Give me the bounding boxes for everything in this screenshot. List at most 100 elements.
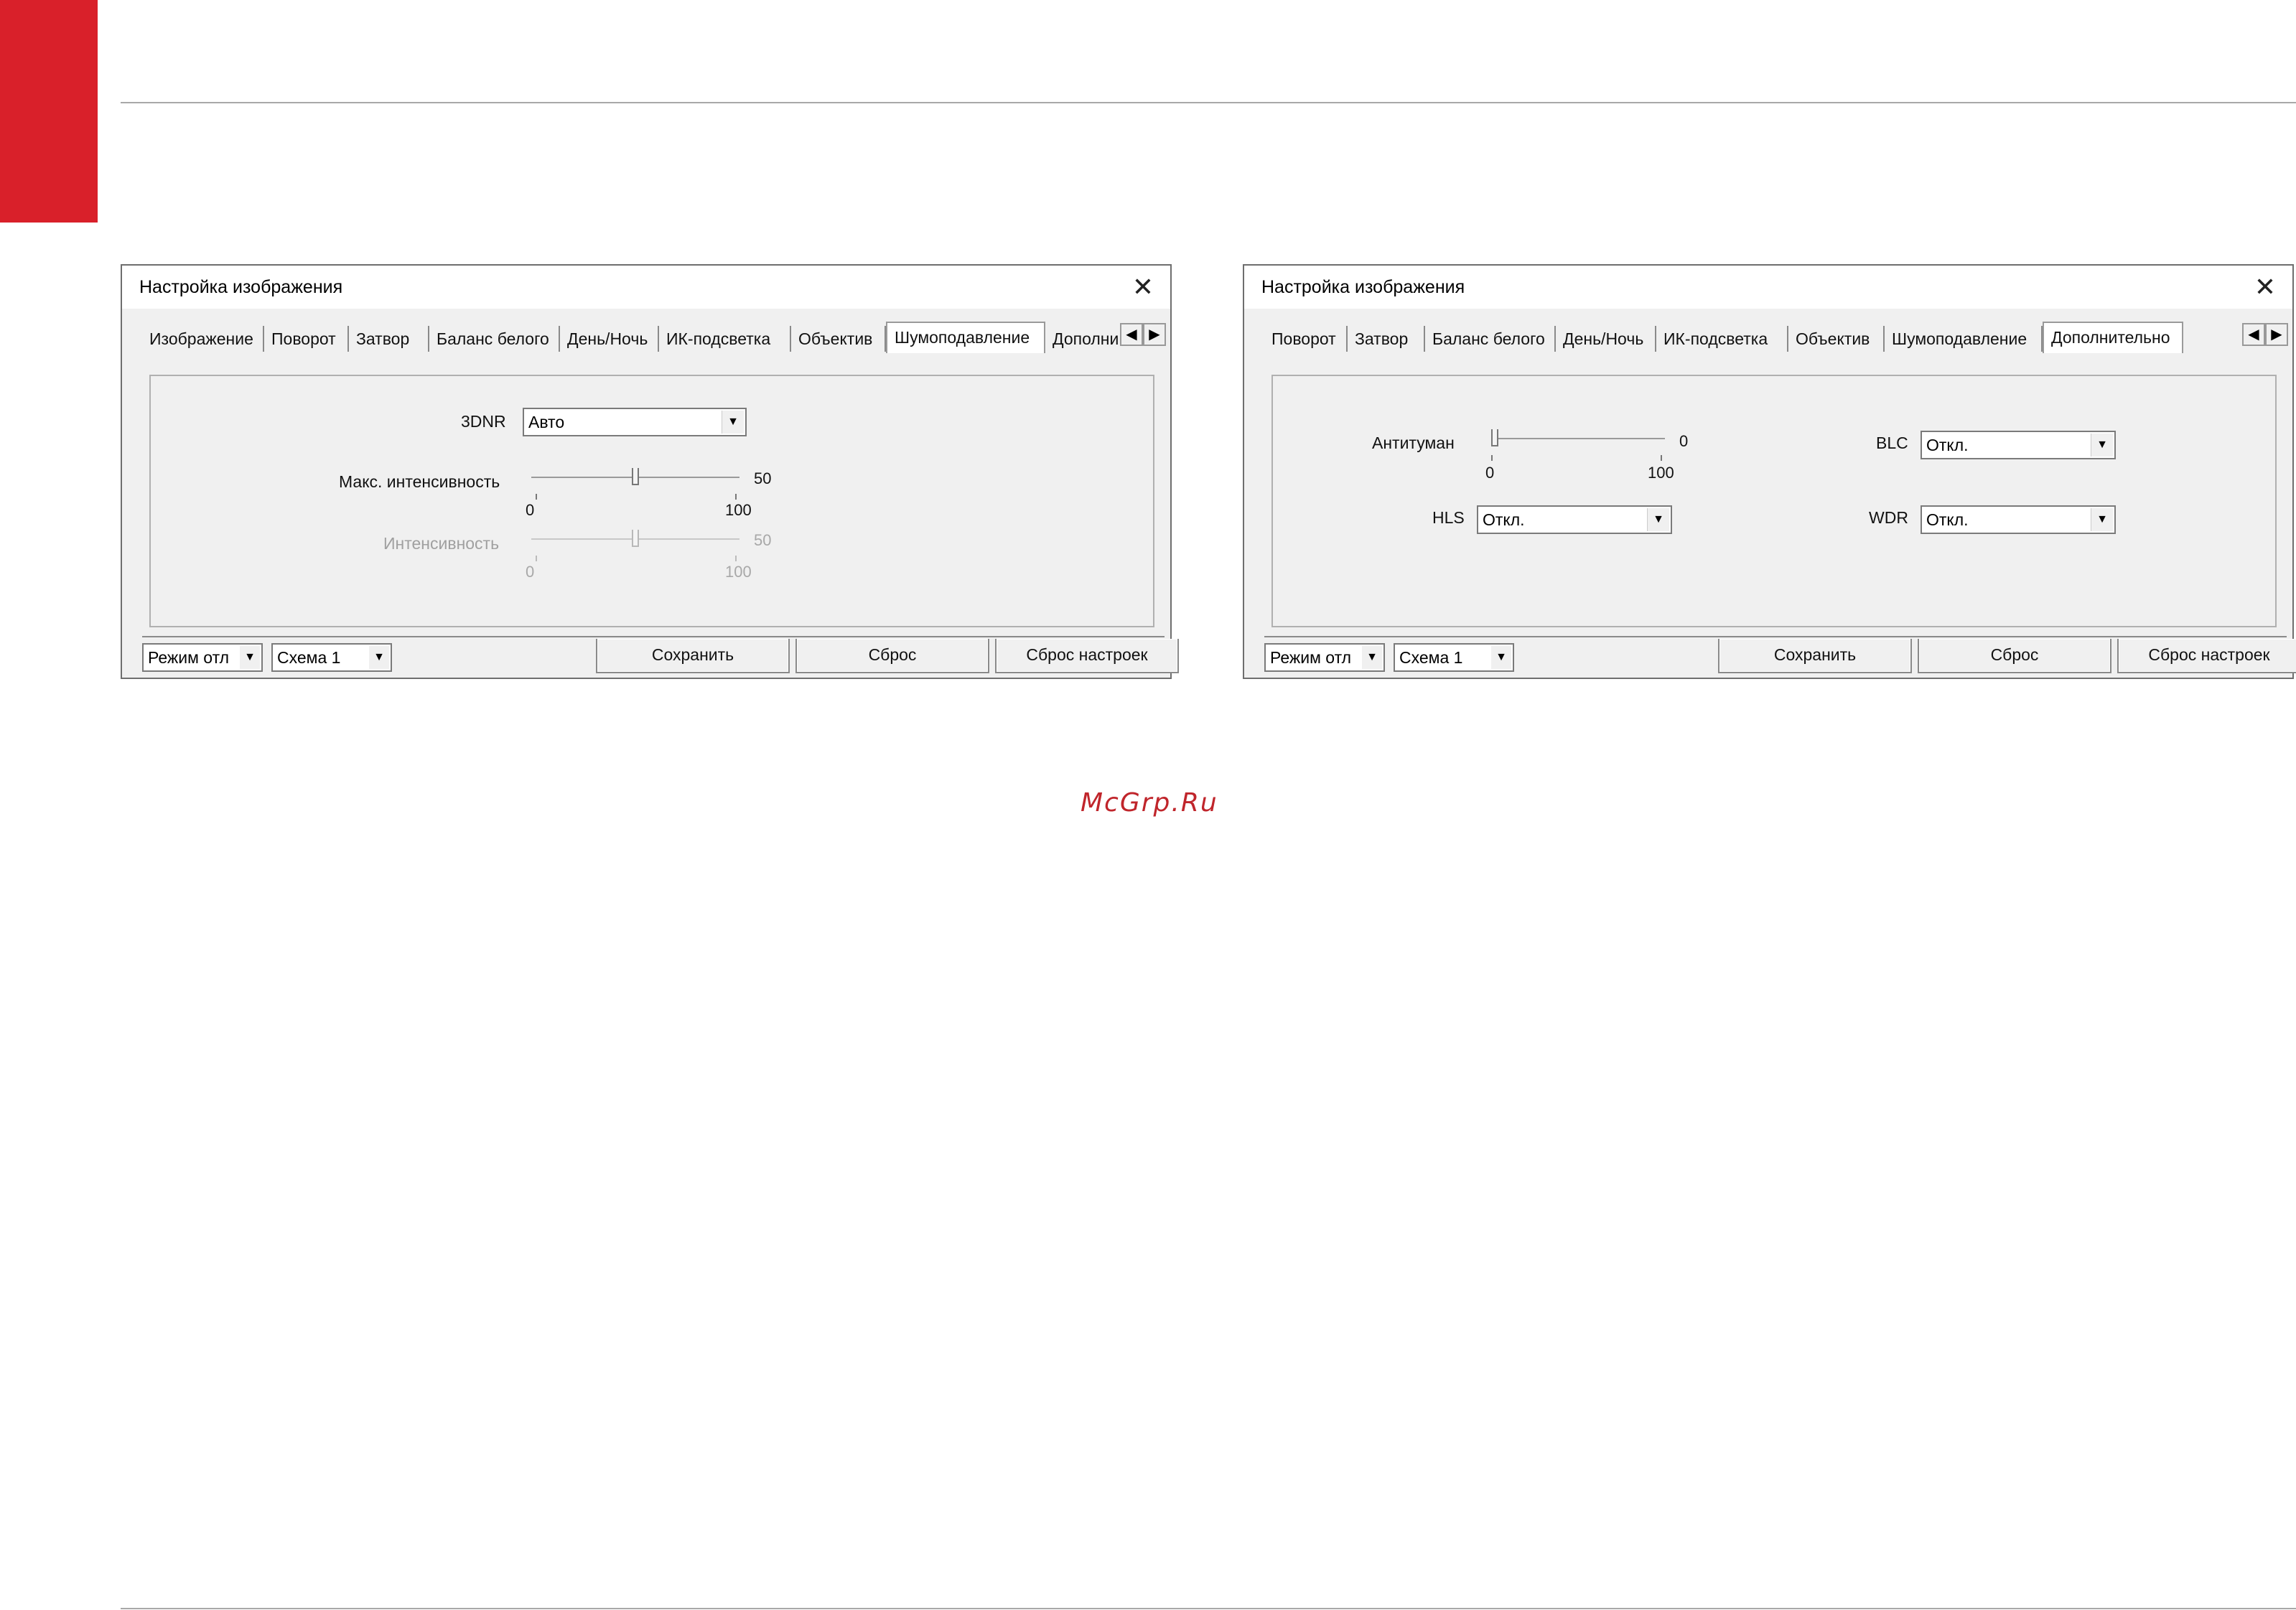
dialog-title: Настройка изображения bbox=[139, 277, 343, 297]
tick-min bbox=[1491, 455, 1493, 461]
mode-select[interactable]: Режим отл ▼ bbox=[1264, 643, 1385, 672]
chevron-down-icon: ▼ bbox=[722, 411, 744, 434]
bottom-rule bbox=[121, 1608, 2296, 1609]
antifog-label: Антитуман bbox=[1372, 434, 1455, 452]
chevron-down-icon: ▼ bbox=[1491, 646, 1511, 669]
reset-settings-button[interactable]: Сброс настроек bbox=[995, 639, 1179, 673]
bottom-divider bbox=[142, 636, 1165, 637]
tab-additional[interactable]: Дополнительно bbox=[2043, 322, 2183, 353]
slider-thumb[interactable] bbox=[632, 468, 639, 485]
hls-select[interactable]: Откл. ▼ bbox=[1477, 505, 1672, 534]
bottom-divider bbox=[1264, 636, 2287, 637]
chevron-down-icon: ▼ bbox=[1647, 508, 1669, 531]
bottom-bar: Режим отл ▼ Схема 1 ▼ Сохранить Сброс Сб… bbox=[1264, 633, 2296, 673]
tab-lens[interactable]: Объектив bbox=[1788, 326, 1885, 352]
hls-value: Откл. bbox=[1483, 510, 1525, 529]
chevron-down-icon: ▼ bbox=[1362, 646, 1382, 669]
save-button[interactable]: Сохранить bbox=[596, 639, 790, 673]
intensity-label: Интенсивность bbox=[383, 534, 500, 553]
scheme-value: Схема 1 bbox=[1399, 648, 1463, 667]
slider-thumb[interactable] bbox=[1491, 429, 1498, 446]
titlebar: Настройка изображения ✕ bbox=[1244, 266, 2292, 309]
mode-value: Режим отл bbox=[148, 648, 230, 667]
chevron-down-icon: ▼ bbox=[2091, 508, 2113, 531]
tick-max bbox=[1661, 455, 1662, 461]
intensity-slider bbox=[531, 528, 739, 550]
red-corner-tab bbox=[0, 0, 98, 223]
tab-shutter[interactable]: Затвор bbox=[349, 326, 429, 352]
dialog-title: Настройка изображения bbox=[1261, 277, 1465, 297]
tab-day-night[interactable]: День/Ночь bbox=[1556, 326, 1656, 352]
save-button[interactable]: Сохранить bbox=[1718, 639, 1912, 673]
blc-select[interactable]: Откл. ▼ bbox=[1921, 431, 2116, 459]
intensity-max: 100 bbox=[725, 563, 752, 581]
tab-strip: Поворот Затвор Баланс белого День/Ночь И… bbox=[1264, 322, 2292, 356]
tab-image[interactable]: Изображение bbox=[142, 326, 264, 352]
dnr-value: Авто bbox=[528, 413, 565, 431]
tab-rotation[interactable]: Поворот bbox=[1264, 326, 1348, 352]
close-icon[interactable]: ✕ bbox=[2251, 273, 2279, 301]
tab-day-night[interactable]: День/Ночь bbox=[560, 326, 659, 352]
additional-panel: Антитуман 0 0 100 HLS Откл. ▼ BLC Откл. … bbox=[1271, 375, 2277, 627]
tab-scroll-left-icon[interactable]: ◀ bbox=[2242, 323, 2265, 346]
max-intensity-value: 50 bbox=[754, 469, 772, 487]
tick-min bbox=[536, 556, 537, 561]
tab-scroll-left-icon[interactable]: ◀ bbox=[1120, 323, 1143, 346]
tab-additional[interactable]: Дополни bbox=[1045, 326, 1121, 352]
max-intensity-slider[interactable] bbox=[531, 467, 739, 488]
chevron-down-icon: ▼ bbox=[240, 646, 260, 669]
image-settings-dialog-additional: Настройка изображения ✕ Поворот Затвор Б… bbox=[1243, 264, 2296, 679]
antifog-value: 0 bbox=[1679, 432, 1689, 450]
mode-select[interactable]: Режим отл ▼ bbox=[142, 643, 263, 672]
antifog-slider[interactable] bbox=[1491, 428, 1665, 449]
max-intensity-max: 100 bbox=[725, 501, 752, 519]
max-intensity-min: 0 bbox=[526, 501, 535, 519]
tab-lens[interactable]: Объектив bbox=[791, 326, 886, 352]
max-intensity-label: Макс. интенсивность bbox=[339, 472, 500, 491]
blc-value: Откл. bbox=[1926, 436, 1969, 454]
chevron-down-icon: ▼ bbox=[369, 646, 389, 669]
titlebar: Настройка изображения ✕ bbox=[122, 266, 1170, 309]
tab-ir[interactable]: ИК-подсветка bbox=[1656, 326, 1788, 352]
tab-ir[interactable]: ИК-подсветка bbox=[659, 326, 791, 352]
tab-noise-reduction[interactable]: Шумоподавление bbox=[1885, 326, 2043, 352]
mode-value: Режим отл bbox=[1270, 648, 1352, 667]
tab-scroll-right-icon[interactable]: ▶ bbox=[2265, 323, 2288, 346]
tab-shutter[interactable]: Затвор bbox=[1348, 326, 1425, 352]
close-icon[interactable]: ✕ bbox=[1129, 273, 1157, 301]
wdr-select[interactable]: Откл. ▼ bbox=[1921, 505, 2116, 534]
tab-white-balance[interactable]: Баланс белого bbox=[1425, 326, 1556, 352]
tick-max bbox=[735, 494, 737, 500]
top-divider bbox=[121, 102, 2296, 103]
slider-thumb bbox=[632, 530, 639, 547]
wdr-value: Откл. bbox=[1926, 510, 1969, 529]
tab-noise-reduction[interactable]: Шумоподавление bbox=[886, 322, 1045, 353]
antifog-max: 100 bbox=[1648, 464, 1674, 482]
tick-max bbox=[735, 556, 737, 561]
tab-rotation[interactable]: Поворот bbox=[264, 326, 349, 352]
tab-white-balance[interactable]: Баланс белого bbox=[429, 326, 560, 352]
hls-label: HLS bbox=[1432, 508, 1465, 527]
reset-settings-button[interactable]: Сброс настроек bbox=[2117, 639, 2296, 673]
scheme-value: Схема 1 bbox=[277, 648, 341, 667]
intensity-value: 50 bbox=[754, 531, 772, 549]
wdr-label: WDR bbox=[1869, 508, 1908, 527]
bottom-bar: Режим отл ▼ Схема 1 ▼ Сохранить Сброс Сб… bbox=[142, 633, 1179, 673]
tab-strip: Изображение Поворот Затвор Баланс белого… bbox=[142, 322, 1170, 356]
chevron-down-icon: ▼ bbox=[2091, 434, 2113, 457]
tick-min bbox=[536, 494, 537, 500]
reset-button[interactable]: Сброс bbox=[795, 639, 989, 673]
tab-scroll-right-icon[interactable]: ▶ bbox=[1143, 323, 1166, 346]
noise-panel: 3DNR Авто ▼ Макс. интенсивность 50 0 100… bbox=[149, 375, 1154, 627]
image-settings-dialog-noise: Настройка изображения ✕ Изображение Пово… bbox=[121, 264, 1179, 679]
reset-button[interactable]: Сброс bbox=[1918, 639, 2111, 673]
antifog-min: 0 bbox=[1485, 464, 1495, 482]
intensity-min: 0 bbox=[526, 563, 535, 581]
slider-track bbox=[1491, 438, 1665, 439]
dnr-select[interactable]: Авто ▼ bbox=[523, 408, 747, 436]
watermark: McGrp.Ru bbox=[1081, 788, 1218, 818]
dnr-label: 3DNR bbox=[461, 412, 506, 431]
scheme-select[interactable]: Схема 1 ▼ bbox=[271, 643, 392, 672]
scheme-select[interactable]: Схема 1 ▼ bbox=[1394, 643, 1514, 672]
blc-label: BLC bbox=[1876, 434, 1908, 452]
